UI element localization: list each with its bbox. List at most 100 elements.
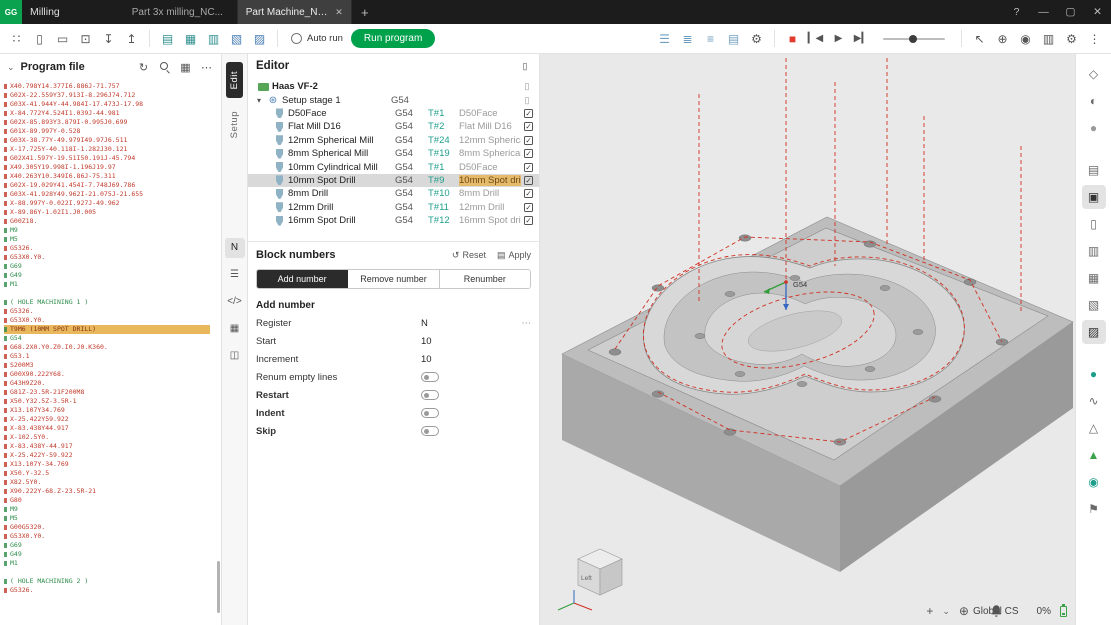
simulation-display-icon[interactable]: ▧ (1082, 293, 1106, 317)
output-log-icon[interactable]: ▥ (1038, 28, 1059, 49)
gcode-line[interactable]: G01X-89.997Y-0.528 (4, 127, 221, 136)
skip-toggle[interactable] (421, 426, 439, 436)
reset-button[interactable]: ↺ Reset (452, 250, 486, 261)
gcode-line[interactable]: T9M6 (10MM SPOT DRILL) (4, 325, 210, 334)
export-file-icon[interactable]: ↥ (121, 28, 142, 49)
gcode-line[interactable] (4, 568, 221, 577)
more-options-icon[interactable]: ⋮ (1084, 28, 1105, 49)
gcode-line[interactable]: M1 (4, 280, 221, 289)
simulation-settings-icon[interactable]: ⚙ (746, 28, 767, 49)
gcode-line[interactable]: G00X90.222Y68. (4, 370, 221, 379)
gcode-line[interactable]: M9 (4, 226, 221, 235)
align-list-view-icon[interactable]: ≡ (700, 28, 721, 49)
gcode-line[interactable]: X-25.422Y59.922 (4, 415, 221, 424)
setup-node[interactable]: ▾ ⊛ Setup stage 1 G54 ▯ (248, 93, 539, 106)
tab-part-machine[interactable]: Part Machine_NCt... ✕ (238, 0, 352, 24)
gcode-line[interactable]: G43H9Z20. (4, 379, 221, 388)
apps-menu-icon[interactable]: ∷ (6, 28, 27, 49)
gcode-line[interactable]: G5326. (4, 307, 221, 316)
play-button[interactable]: ▶ (828, 28, 849, 49)
toolpath-display-icon[interactable]: ▦ (1082, 266, 1106, 290)
flag-marker-icon[interactable]: ⚑ (1082, 497, 1106, 521)
grid-view-icon[interactable]: ▦ (178, 60, 193, 75)
save-file-icon[interactable]: ⊡ (75, 28, 96, 49)
stock-view-icon[interactable]: ▣ (1082, 185, 1106, 209)
viewport-canvas[interactable]: G54 Left (540, 54, 1075, 625)
apply-button[interactable]: ▤ Apply (497, 250, 531, 261)
side-tab-setup[interactable]: Setup (226, 102, 243, 147)
gcode-line[interactable]: G02X-22.559Y37.913I-8.296J74.712 (4, 91, 221, 100)
user-account-icon[interactable]: ◉ (1015, 28, 1036, 49)
collapse-icon[interactable]: ⌄ (7, 62, 15, 73)
scrollbar-thumb[interactable] (217, 561, 220, 613)
gcode-line[interactable]: X49.305Y19.998I-1.196J19.97 (4, 163, 221, 172)
restart-toggle[interactable] (421, 390, 439, 400)
tool-row[interactable]: 16mm Spot DrillG54T#1216mm Spot drill✓ (248, 214, 539, 227)
flow-tool-icon[interactable]: ◫ (225, 346, 245, 366)
step-forward-button[interactable]: ▶▎ (851, 28, 872, 49)
document-icon[interactable]: ▯ (519, 61, 531, 72)
document-icon[interactable]: ▯ (521, 95, 533, 106)
tool-display-icon[interactable]: ▥ (1082, 239, 1106, 263)
start-value[interactable]: 10 (421, 336, 513, 347)
snap-settings-icon[interactable]: ⊕ (992, 28, 1013, 49)
work-offsets-icon[interactable]: ▥ (203, 28, 224, 49)
rendered-view-icon[interactable]: ● (1082, 116, 1106, 140)
view-orientation-icon[interactable]: ◇ (1082, 62, 1106, 86)
tab-part-3x-milling[interactable]: Part 3x milling_NC... (124, 0, 238, 24)
pointer-mode-icon[interactable]: ↖ (969, 28, 990, 49)
document-icon[interactable]: ▯ (521, 81, 533, 92)
simulation-speed-slider[interactable] (883, 38, 945, 40)
gcode-line[interactable]: G49 (4, 271, 221, 280)
tool-checkbox[interactable]: ✓ (524, 136, 533, 145)
help-button[interactable]: ? (1003, 0, 1030, 24)
gcode-line[interactable]: X-83.438Y-44.917 (4, 442, 221, 451)
gcode-line[interactable]: X-83.438Y44.917 (4, 424, 221, 433)
curve-analysis-icon[interactable]: ∿ (1082, 389, 1106, 413)
gcode-line[interactable]: G03X-38.77Y-49.979I49.97J6.511 (4, 136, 221, 145)
tool-checkbox[interactable]: ✓ (524, 216, 533, 225)
open-file-icon[interactable]: ▭ (52, 28, 73, 49)
tool-checkbox[interactable]: ✓ (524, 203, 533, 212)
chevron-down-icon[interactable]: ▾ (254, 96, 264, 105)
gcode-line[interactable]: S200M3 (4, 361, 221, 370)
panel-menu-icon[interactable]: ⋯ (199, 60, 214, 75)
increment-value[interactable]: 10 (421, 354, 513, 365)
gcode-line[interactable]: ( HOLE MACHINING 2 ) (4, 577, 221, 586)
tool-row[interactable]: 8mm DrillG54T#108mm Drill✓ (248, 187, 539, 200)
gcode-line[interactable]: M1 (4, 559, 221, 568)
tool-table-icon[interactable]: ▦ (180, 28, 201, 49)
report-table-icon[interactable]: ▨ (249, 28, 270, 49)
run-program-button[interactable]: Run program (351, 29, 435, 48)
deviation-analysis-icon[interactable]: ◉ (1082, 470, 1106, 494)
new-tab-button[interactable]: + (352, 0, 378, 24)
gcode-line[interactable]: G02X-85.893Y3.879I-0.995J0.699 (4, 118, 221, 127)
machine-setup-icon[interactable]: ▤ (157, 28, 178, 49)
gcode-line[interactable]: X40.798Y14.377I6.886J-71.757 (4, 82, 221, 91)
gcode-line[interactable]: G69 (4, 541, 221, 550)
gcode-line[interactable]: G80 (4, 496, 221, 505)
gcode-line[interactable]: G00G5320. (4, 523, 221, 532)
gcode-line[interactable]: G00Z18. (4, 217, 221, 226)
new-file-icon[interactable]: ▯ (29, 28, 50, 49)
grid-tool-icon[interactable]: ▦ (225, 319, 245, 339)
tool-row[interactable]: 10mm Spot DrillG54T#910mm Spot drill✓ (248, 174, 539, 187)
import-file-icon[interactable]: ↧ (98, 28, 119, 49)
machine-view-icon[interactable]: ▤ (1082, 158, 1106, 182)
gcode-line[interactable]: G53X0.Y0. (4, 532, 221, 541)
gcode-line[interactable]: G49 (4, 550, 221, 559)
side-tab-edit[interactable]: Edit (226, 62, 243, 98)
indent-toggle[interactable] (421, 408, 439, 418)
tool-row[interactable]: 12mm Spherical MillG54T#2412mm Spherical… (248, 134, 539, 147)
tab-close-icon[interactable]: ✕ (335, 7, 343, 18)
renum-empty-lines-toggle[interactable] (421, 372, 439, 382)
gcode-line[interactable]: G68.2X0.Y0.Z0.I0.J0.K360. (4, 343, 221, 352)
machine-node[interactable]: Haas VF-2 ▯ (248, 80, 539, 93)
line-operations-tool-icon[interactable]: ☰ (225, 265, 245, 285)
gcode-line[interactable]: X-84.772Y4.524I1.039J-44.981 (4, 109, 221, 118)
layout-view-icon[interactable]: ▤ (723, 28, 744, 49)
close-button[interactable]: ✕ (1084, 0, 1111, 24)
gcode-line[interactable]: X13.107Y-34.769 (4, 460, 221, 469)
tool-row[interactable]: Flat Mill D16G54T#2Flat Mill D16✓ (248, 120, 539, 133)
tool-row[interactable]: D50FaceG54T#1D50Face✓ (248, 107, 539, 120)
